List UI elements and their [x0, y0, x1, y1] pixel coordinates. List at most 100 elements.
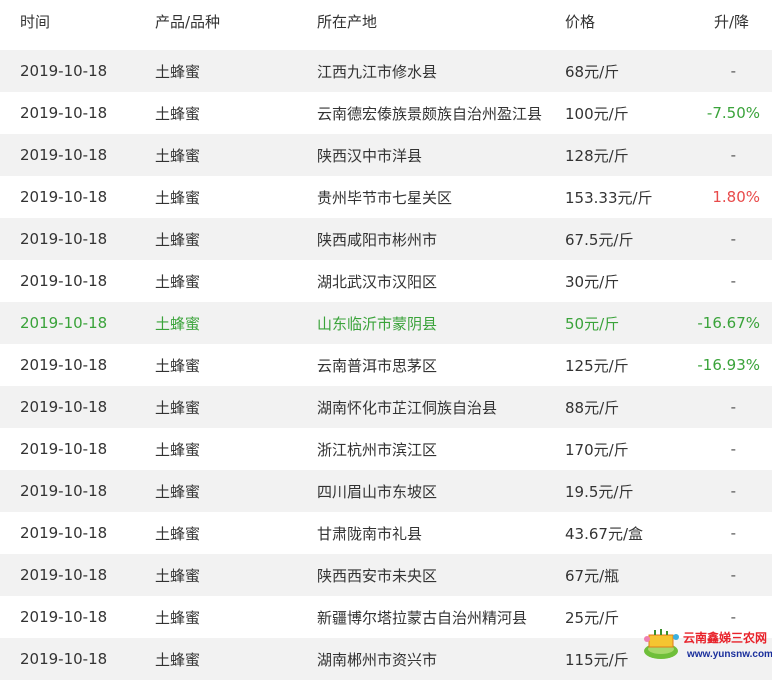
change-value: -7.50% [706, 104, 760, 122]
cell-date: 2019-10-18 [20, 272, 108, 290]
cell-date: 2019-10-18 [20, 188, 108, 206]
cell-date: 2019-10-18 [20, 356, 108, 374]
change-value: 1.80% [712, 188, 760, 206]
cell-product: 土蜂蜜 [155, 272, 201, 291]
cell-change: - [667, 50, 772, 92]
cell-price: 68元/斤 [565, 62, 620, 81]
cell-origin: 陕西汉中市洋县 [317, 146, 423, 165]
cell-price: 128元/斤 [565, 146, 629, 165]
cell-change: -16.93% [667, 344, 772, 386]
table-row: 2019-10-18 土蜂蜜 湖南怀化市芷江侗族自治县 88元/斤 - [0, 386, 772, 428]
cell-change: - [667, 512, 772, 554]
table-row: 2019-10-18 土蜂蜜 陕西咸阳市彬州市 67.5元/斤 - [0, 218, 772, 260]
change-value: - [730, 230, 736, 248]
cell-product: 土蜂蜜 [155, 104, 201, 123]
table-row: 2019-10-18 土蜂蜜 陕西西安市未央区 67元/瓶 - [0, 554, 772, 596]
cell-price: 153.33元/斤 [565, 188, 653, 207]
cell-origin: 甘肃陇南市礼县 [317, 524, 423, 543]
table-row: 2019-10-18 土蜂蜜 陕西汉中市洋县 128元/斤 - [0, 134, 772, 176]
table-row: 2019-10-18 土蜂蜜 四川眉山市东坡区 19.5元/斤 - [0, 470, 772, 512]
site-watermark: 云南鑫娣三农网 www.yunsnw.com [641, 621, 772, 667]
cell-change: -7.50% [667, 92, 772, 134]
cell-origin: 湖北武汉市汉阳区 [317, 272, 438, 291]
change-value: - [730, 566, 736, 584]
cell-price: 19.5元/斤 [565, 482, 634, 501]
header-product: 产品/品种 [155, 13, 221, 31]
table-row: 2019-10-18 土蜂蜜 云南普洱市思茅区 125元/斤 -16.93% [0, 344, 772, 386]
change-value: - [730, 398, 736, 416]
cell-date: 2019-10-18 [20, 398, 108, 416]
table-row: 2019-10-18 土蜂蜜 湖北武汉市汉阳区 30元/斤 - [0, 260, 772, 302]
cell-change: -16.67% [667, 302, 772, 344]
cell-price: 43.67元/盒 [565, 524, 643, 543]
cell-product: 土蜂蜜 [155, 440, 201, 459]
header-change: 升/降 [713, 13, 749, 31]
cell-origin: 江西九江市修水县 [317, 62, 438, 81]
cell-product: 土蜂蜜 [155, 608, 201, 627]
change-value: - [730, 62, 736, 80]
header-row: 时间 产品/品种 所在产地 价格 升/降 [0, 0, 772, 50]
watermark-title: 云南鑫娣三农网 [683, 630, 768, 645]
cell-date: 2019-10-18 [20, 104, 108, 122]
cell-product: 土蜂蜜 [155, 524, 201, 543]
cell-origin: 新疆博尔塔拉蒙古自治州精河县 [317, 608, 528, 627]
cell-change: - [667, 554, 772, 596]
cell-price: 67.5元/斤 [565, 230, 634, 249]
change-value: - [730, 272, 736, 290]
table-row: 2019-10-18 土蜂蜜 浙江杭州市滨江区 170元/斤 - [0, 428, 772, 470]
table-row: 2019-10-18 土蜂蜜 山东临沂市蒙阴县 50元/斤 -16.67% [0, 302, 772, 344]
cell-product: 土蜂蜜 [155, 566, 201, 585]
cell-price: 170元/斤 [565, 440, 629, 459]
watermark-url: www.yunsnw.com [687, 648, 772, 660]
table-row: 2019-10-18 土蜂蜜 甘肃陇南市礼县 43.67元/盒 - [0, 512, 772, 554]
header-origin: 所在产地 [317, 13, 378, 31]
cell-origin: 贵州毕节市七星关区 [317, 188, 453, 207]
cell-price: 100元/斤 [565, 104, 629, 123]
cell-date: 2019-10-18 [20, 608, 108, 626]
cell-price: 50元/斤 [565, 314, 620, 333]
cell-product: 土蜂蜜 [155, 230, 201, 249]
change-value: - [730, 524, 736, 542]
change-value: -16.67% [697, 314, 760, 332]
cell-date: 2019-10-18 [20, 650, 108, 668]
table-row: 2019-10-18 土蜂蜜 云南德宏傣族景颇族自治州盈江县 100元/斤 -7.50% [0, 92, 772, 134]
change-value: - [730, 146, 736, 164]
cell-product: 土蜂蜜 [155, 62, 201, 81]
table-body: 2019-10-18 土蜂蜜 江西九江市修水县 68元/斤 - 2019-10-18 土蜂蜜… [0, 50, 772, 680]
table-header: 时间 产品/品种 所在产地 价格 升/降 [0, 0, 772, 50]
cell-change: - [667, 470, 772, 512]
cell-origin: 浙江杭州市滨江区 [317, 440, 438, 459]
change-value: - [730, 482, 736, 500]
cell-origin: 云南德宏傣族景颇族自治州盈江县 [317, 104, 542, 123]
change-value: -16.93% [697, 356, 760, 374]
cell-change: - [667, 260, 772, 302]
cell-product: 土蜂蜜 [155, 314, 201, 333]
cell-origin: 四川眉山市东坡区 [317, 482, 438, 501]
cell-date: 2019-10-18 [20, 482, 108, 500]
cell-product: 土蜂蜜 [155, 356, 201, 375]
header-date: 时间 [20, 13, 51, 31]
cell-date: 2019-10-18 [20, 524, 108, 542]
cell-date: 2019-10-18 [20, 146, 108, 164]
cell-origin: 湖南郴州市资兴市 [317, 650, 438, 669]
cell-product: 土蜂蜜 [155, 188, 201, 207]
cell-price: 67元/瓶 [565, 566, 620, 585]
cell-price: 88元/斤 [565, 398, 620, 417]
cell-product: 土蜂蜜 [155, 650, 201, 669]
cell-date: 2019-10-18 [20, 314, 108, 332]
leaf-globe-logo-icon [641, 627, 681, 661]
price-table: 时间 产品/品种 所在产地 价格 升/降 2019-10-18 土蜂蜜 江西九江市修… [0, 0, 772, 680]
cell-product: 土蜂蜜 [155, 482, 201, 501]
cell-date: 2019-10-18 [20, 230, 108, 248]
cell-change: 1.80% [667, 176, 772, 218]
header-price: 价格 [565, 13, 596, 31]
cell-origin: 云南普洱市思茅区 [317, 356, 438, 375]
cell-origin: 陕西咸阳市彬州市 [317, 230, 438, 249]
table-row: 2019-10-18 土蜂蜜 江西九江市修水县 68元/斤 - [0, 50, 772, 92]
cell-price: 30元/斤 [565, 272, 620, 291]
cell-change: - [667, 134, 772, 176]
change-value: - [730, 440, 736, 458]
cell-change: - [667, 428, 772, 470]
table-row: 2019-10-18 土蜂蜜 贵州毕节市七星关区 153.33元/斤 1.80% [0, 176, 772, 218]
cell-product: 土蜂蜜 [155, 398, 201, 417]
